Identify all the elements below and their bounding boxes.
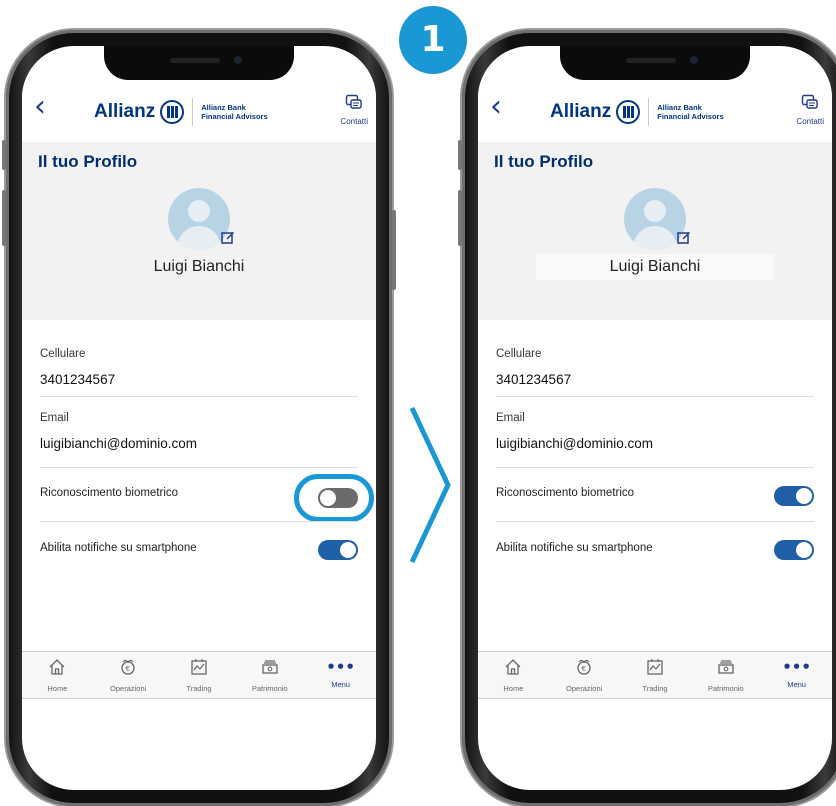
bottom-tab-bar: Home € Operazioni Trading Patrimonio •••… [22,651,376,699]
allianz-eagle-icon [160,100,185,124]
phone-notch [104,46,294,80]
email-value: luigibianchi@dominio.com [496,436,654,451]
profile-header-section: Il tuo Profilo Luigi Bianchi [478,142,832,320]
email-label: Email [40,412,69,424]
allianz-logo: Allianz Allianz Bank Financial Advisors [94,98,268,126]
phone-notch [560,46,750,80]
profile-header-section: Il tuo Profilo Luigi Bianchi [22,142,376,320]
back-button[interactable]: ‹ [490,92,502,122]
cash-icon [234,658,305,680]
home-icon [478,658,549,680]
edit-avatar-icon[interactable] [677,230,691,244]
home-icon [22,658,93,680]
brand-name: Allianz [550,101,612,122]
contatti-label: Contatti [340,117,368,126]
tab-patrimonio[interactable]: Patrimonio [234,652,305,698]
phone-before: ‹ Allianz Allianz Bank Financial Advisors… [2,30,396,806]
brand-name: Allianz [94,101,156,122]
back-button[interactable]: ‹ [34,92,46,122]
user-name: Luigi Bianchi [609,258,701,275]
tab-operazioni[interactable]: € Operazioni [93,652,164,698]
bottom-tab-bar: Home € Operazioni Trading Patrimonio •••… [478,651,832,699]
page-title: Il tuo Profilo [494,152,594,171]
phone-after: ‹ Allianz Allianz Bank Financial Advisors… [458,30,836,806]
phone-value: 3401234567 [496,372,572,387]
tab-operazioni[interactable]: € Operazioni [549,652,620,698]
contatti-label: Contatti [796,117,824,126]
brand-subtitle: Allianz Bank Financial Advisors [201,103,268,121]
email-value: luigibianchi@dominio.com [40,436,198,451]
euro-hand-icon: € [549,658,620,680]
allianz-eagle-icon [616,100,641,124]
tab-home[interactable]: Home [478,652,549,698]
app-header: ‹ Allianz Allianz Bank Financial Advisors… [22,80,376,142]
app-header: ‹ Allianz Allianz Bank Financial Advisors… [478,80,832,142]
phone-label: Cellulare [496,348,542,360]
more-icon: ••• [326,658,355,676]
chart-icon [620,658,691,680]
biometric-label: Riconoscimento biometrico [40,487,179,499]
user-name: Luigi Bianchi [153,258,245,275]
next-step-arrow-icon [409,406,451,564]
edit-avatar-icon[interactable] [221,230,235,244]
notifications-toggle[interactable] [318,540,358,560]
page-title: Il tuo Profilo [38,152,138,171]
euro-hand-icon: € [93,658,164,680]
biometric-toggle[interactable] [774,486,814,506]
app-screen: ‹ Allianz Allianz Bank Financial Advisors… [478,46,832,790]
tab-patrimonio[interactable]: Patrimonio [690,652,761,698]
tab-trading[interactable]: Trading [620,652,691,698]
phone-value: 3401234567 [40,372,116,387]
step-number-badge: 1 [399,6,467,74]
more-icon: ••• [782,658,811,676]
notifications-toggle[interactable] [774,540,814,560]
app-screen: ‹ Allianz Allianz Bank Financial Advisors… [22,46,376,790]
tab-trading[interactable]: Trading [164,652,235,698]
svg-text:€: € [126,665,130,673]
allianz-logo: Allianz Allianz Bank Financial Advisors [550,98,724,126]
brand-subtitle: Allianz Bank Financial Advisors [657,103,724,121]
notifications-label: Abilita notifiche su smartphone [496,542,653,554]
tab-menu[interactable]: ••• Menu [305,652,376,698]
cash-icon [690,658,761,680]
contatti-button[interactable]: Contatti [796,94,824,126]
chart-icon [164,658,235,680]
contatti-button[interactable]: Contatti [340,94,368,126]
phone-label: Cellulare [40,348,86,360]
email-label: Email [496,412,525,424]
biometric-toggle[interactable] [318,488,358,508]
chat-icon [340,94,368,117]
notifications-label: Abilita notifiche su smartphone [40,542,197,554]
biometric-label: Riconoscimento biometrico [496,487,635,499]
svg-text:€: € [582,665,586,673]
tab-home[interactable]: Home [22,652,93,698]
tab-menu[interactable]: ••• Menu [761,652,832,698]
chat-icon [796,94,824,117]
